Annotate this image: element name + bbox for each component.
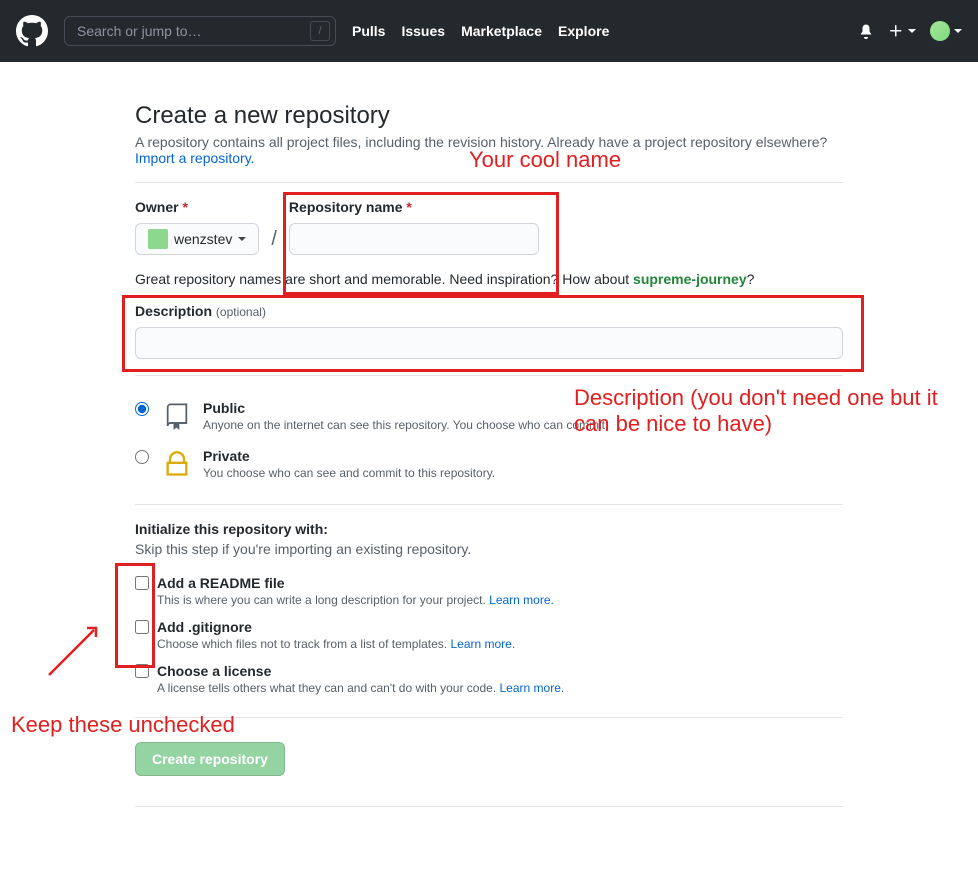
user-menu[interactable]	[930, 21, 962, 41]
repo-public-icon	[163, 402, 191, 430]
owner-group: Owner * wenzstev	[135, 199, 259, 255]
notifications-bell-icon[interactable]	[858, 23, 874, 39]
visibility-public-row: Public Anyone on the internet can see th…	[135, 392, 843, 440]
public-body: Public Anyone on the internet can see th…	[203, 400, 843, 432]
header-right	[858, 21, 962, 41]
nav-links: Pulls Issues Marketplace Explore	[352, 23, 609, 39]
import-repository-link[interactable]: Import a repository.	[135, 150, 255, 166]
annotation-arrow-icon	[39, 620, 109, 690]
name-hint: Great repository names are short and mem…	[135, 271, 843, 287]
annotation-unchecked: Keep these unchecked	[11, 712, 235, 738]
owner-avatar-icon	[148, 229, 168, 249]
license-learn-more-link[interactable]: Learn more.	[500, 681, 565, 695]
gitignore-checkbox[interactable]	[135, 620, 149, 634]
public-radio[interactable]	[135, 402, 149, 416]
private-desc: You choose who can see and commit to thi…	[203, 466, 843, 480]
nav-issues[interactable]: Issues	[401, 23, 445, 39]
slash-key-icon: /	[310, 21, 330, 41]
public-title: Public	[203, 400, 843, 416]
gitignore-head: Add .gitignore	[135, 619, 843, 635]
owner-value: wenzstev	[174, 231, 232, 247]
global-header: / Pulls Issues Marketplace Explore	[0, 0, 978, 62]
search-input[interactable]	[64, 16, 336, 46]
main-content: Create a new repository A repository con…	[119, 62, 859, 847]
license-title: Choose a license	[157, 663, 271, 679]
nav-explore[interactable]: Explore	[558, 23, 609, 39]
required-marker: *	[406, 199, 411, 215]
footer-divider	[135, 806, 843, 807]
license-row: Choose a license A license tells others …	[135, 657, 843, 701]
owner-name-row: Owner * wenzstev / Repository name *	[135, 199, 843, 255]
slash-separator: /	[267, 228, 281, 255]
gitignore-title: Add .gitignore	[157, 619, 252, 635]
license-head: Choose a license	[135, 663, 843, 679]
init-checks-wrapper: Add a README file This is where you can …	[135, 569, 843, 701]
public-desc: Anyone on the internet can see this repo…	[203, 418, 843, 432]
caret-down-icon	[238, 237, 246, 241]
github-logo-icon[interactable]	[16, 15, 48, 47]
visibility-private-row: Private You choose who can see and commi…	[135, 440, 843, 488]
readme-row: Add a README file This is where you can …	[135, 569, 843, 613]
repo-name-group: Repository name *	[289, 199, 539, 255]
description-section: Description (optional)	[135, 303, 843, 359]
page-subtitle: A repository contains all project files,…	[135, 134, 843, 166]
private-radio[interactable]	[135, 450, 149, 464]
page-title: Create a new repository	[135, 102, 843, 130]
readme-title: Add a README file	[157, 575, 285, 591]
readme-desc-text: This is where you can write a long descr…	[157, 593, 489, 607]
description-label: Description (optional)	[135, 303, 843, 319]
lock-icon	[163, 450, 191, 478]
required-marker: *	[182, 199, 187, 215]
owner-select[interactable]: wenzstev	[135, 223, 259, 255]
gitignore-learn-more-link[interactable]: Learn more.	[450, 637, 515, 651]
init-title: Initialize this repository with:	[135, 521, 843, 537]
search-container: /	[64, 16, 336, 46]
private-body: Private You choose who can see and commi…	[203, 448, 843, 480]
caret-down-icon	[954, 29, 962, 33]
name-suggestion-link[interactable]: supreme-journey	[633, 271, 747, 287]
divider	[135, 504, 843, 505]
create-repository-button[interactable]: Create repository	[135, 742, 285, 776]
owner-label-text: Owner	[135, 199, 179, 215]
divider	[135, 375, 843, 376]
repo-name-input[interactable]	[289, 223, 539, 255]
description-label-text: Description	[135, 303, 212, 319]
license-desc: A license tells others what they can and…	[157, 681, 843, 695]
readme-checkbox[interactable]	[135, 576, 149, 590]
create-new-dropdown[interactable]	[888, 23, 916, 39]
gitignore-desc-text: Choose which files not to track from a l…	[157, 637, 450, 651]
license-desc-text: A license tells others what they can and…	[157, 681, 500, 695]
readme-desc: This is where you can write a long descr…	[157, 593, 843, 607]
repo-name-label: Repository name *	[289, 199, 539, 215]
nav-marketplace[interactable]: Marketplace	[461, 23, 542, 39]
optional-marker: (optional)	[216, 305, 266, 319]
init-skip: Skip this step if you're importing an ex…	[135, 541, 843, 557]
subtitle-text: A repository contains all project files,…	[135, 134, 827, 150]
license-checkbox[interactable]	[135, 664, 149, 678]
gitignore-row: Add .gitignore Choose which files not to…	[135, 613, 843, 657]
caret-down-icon	[908, 29, 916, 33]
readme-head: Add a README file	[135, 575, 843, 591]
plus-icon	[888, 23, 904, 39]
description-input[interactable]	[135, 327, 843, 359]
private-title: Private	[203, 448, 843, 464]
nav-pulls[interactable]: Pulls	[352, 23, 385, 39]
divider	[135, 182, 843, 183]
hint-prefix: Great repository names are short and mem…	[135, 271, 633, 287]
avatar	[930, 21, 950, 41]
readme-learn-more-link[interactable]: Learn more.	[489, 593, 554, 607]
divider	[135, 717, 843, 718]
gitignore-desc: Choose which files not to track from a l…	[157, 637, 843, 651]
repo-name-label-text: Repository name	[289, 199, 403, 215]
owner-label: Owner *	[135, 199, 259, 215]
hint-suffix: ?	[747, 271, 755, 287]
